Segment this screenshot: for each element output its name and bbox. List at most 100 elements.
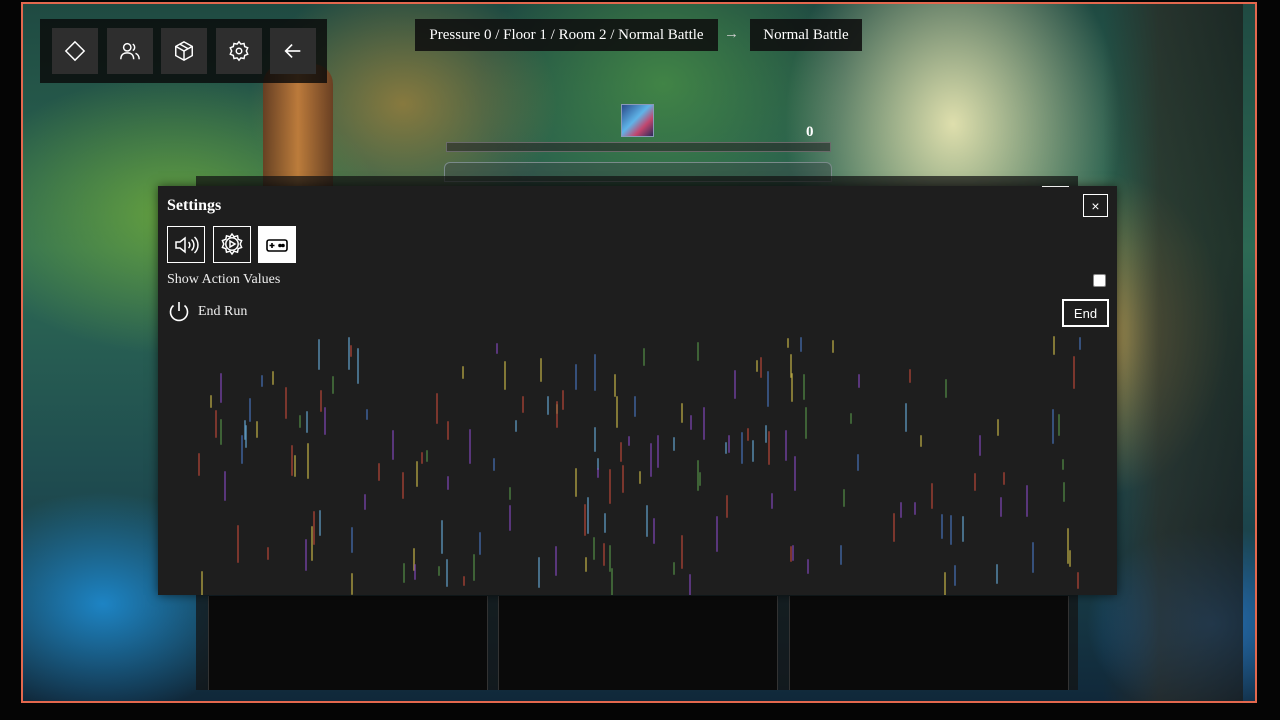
gear-icon (229, 40, 249, 62)
decorative-particle (538, 557, 540, 589)
decorative-particle (602, 543, 605, 566)
decorative-particle (945, 378, 948, 399)
decorative-particle (584, 556, 587, 572)
power-icon[interactable] (167, 300, 191, 324)
end-run-button[interactable]: End (1062, 299, 1109, 327)
decorative-particle (614, 373, 617, 398)
decorative-particle (1057, 413, 1060, 437)
decorative-particle (628, 435, 631, 446)
breadcrumb-path: Pressure 0 / Floor 1 / Room 2 / Normal B… (415, 19, 718, 51)
decorative-particle (294, 455, 297, 477)
decorative-particle (639, 470, 642, 484)
decorative-particle (857, 454, 860, 471)
card-slot[interactable] (208, 596, 488, 690)
decorative-particle (240, 434, 243, 464)
show-action-values-checkbox[interactable] (1093, 274, 1106, 287)
decorative-particle (290, 444, 293, 477)
decorative-particle (785, 429, 788, 461)
action-bar-track (446, 142, 831, 152)
decorative-particle (688, 573, 691, 595)
decorative-particle (514, 420, 517, 433)
settings-title: Settings (167, 197, 222, 214)
diamond-button[interactable] (52, 28, 98, 74)
decorative-particle (554, 545, 557, 577)
tab-system[interactable] (213, 226, 251, 263)
card-slot[interactable] (498, 596, 778, 690)
background-tree-right (1103, 4, 1243, 701)
decorative-particle (1069, 550, 1072, 567)
decorative-particle (391, 430, 394, 460)
decorative-particle (587, 496, 590, 534)
decorative-particle (356, 348, 359, 385)
decorative-particle (416, 461, 419, 488)
decorative-particle (556, 401, 559, 428)
decorative-particle (426, 449, 429, 463)
decorative-particle (201, 570, 204, 595)
decorative-particle (463, 575, 465, 587)
decorative-particle (634, 396, 637, 418)
character-portrait[interactable] (621, 104, 654, 137)
decorative-particle (479, 532, 482, 555)
breadcrumb-arrow: → (724, 26, 739, 42)
decorative-particle (320, 389, 323, 413)
decorative-particle (765, 424, 768, 444)
decorative-particle (220, 418, 223, 445)
decorative-particle (645, 504, 648, 537)
decorative-particle (610, 568, 613, 595)
decorative-particle (461, 365, 464, 379)
decorative-particle (1079, 337, 1082, 350)
decorative-particle (793, 455, 796, 492)
close-button[interactable]: × (1083, 194, 1108, 217)
decorative-particle (446, 476, 449, 491)
back-button[interactable] (270, 28, 316, 74)
decorative-particle (740, 432, 743, 464)
decorative-particle (299, 414, 302, 428)
decorative-particle (592, 537, 595, 560)
decorative-particle (703, 406, 706, 440)
party-button[interactable] (107, 28, 153, 74)
decorative-particle (575, 468, 578, 497)
decorative-particle (1061, 459, 1064, 471)
decorative-particle (608, 468, 611, 504)
decorative-particle (978, 435, 981, 457)
decorative-particle (800, 336, 803, 353)
decorative-particle (446, 420, 449, 440)
decorative-particle (642, 348, 645, 367)
decorative-particle (402, 471, 404, 499)
decorative-particle (351, 527, 354, 554)
decorative-particle (351, 572, 354, 595)
decorative-particle (905, 402, 908, 432)
decorative-particle (349, 344, 352, 358)
decorative-particle (469, 428, 472, 465)
decorative-particle (681, 402, 684, 423)
decorative-particle (255, 421, 258, 438)
decorative-particle (219, 373, 222, 403)
breadcrumb-current: Normal Battle (750, 19, 862, 51)
background-tree-trunk (263, 64, 333, 194)
top-left-toolbar (40, 19, 327, 83)
tab-controls[interactable] (258, 226, 296, 263)
decorative-particle (909, 368, 912, 384)
decorative-particle (365, 408, 368, 420)
end-run-label: End Run (198, 304, 248, 319)
card-slot[interactable] (789, 596, 1069, 690)
settings-button[interactable] (216, 28, 262, 74)
decorative-particle (312, 510, 315, 545)
decorative-particle (1052, 336, 1055, 356)
tab-audio[interactable] (167, 226, 205, 263)
decorative-particle (755, 359, 758, 373)
decorative-particle (892, 512, 895, 543)
decorative-particle (435, 392, 438, 424)
decorative-particle (198, 452, 201, 476)
decorative-particle (949, 515, 952, 545)
decorative-particle (920, 434, 923, 448)
decorative-particle (594, 354, 597, 392)
panel-top-accent (1042, 186, 1069, 187)
decorative-particle (715, 516, 718, 552)
decorative-particle (472, 553, 475, 581)
decorative-particle (802, 373, 805, 400)
decorative-particle (441, 519, 444, 555)
decorative-particle (900, 502, 903, 518)
inventory-button[interactable] (161, 28, 207, 74)
decorative-particle (1052, 408, 1055, 444)
